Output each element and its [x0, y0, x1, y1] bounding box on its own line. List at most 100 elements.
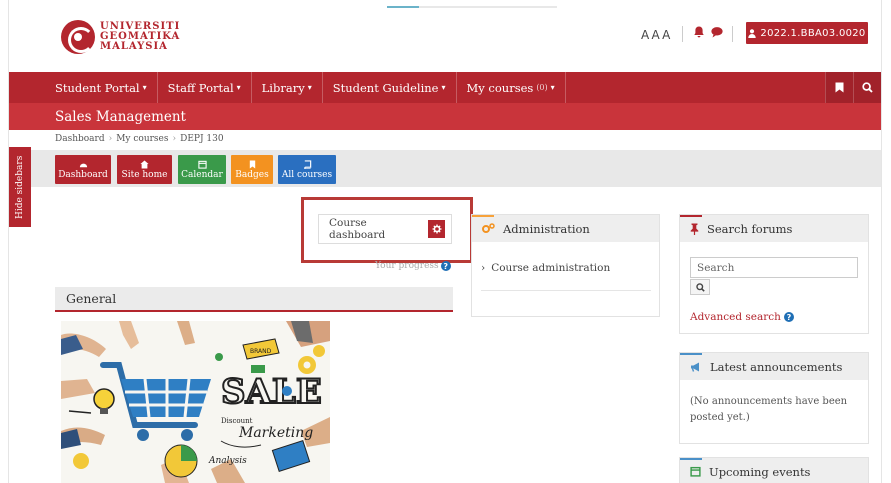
site-header: UNIVERSITI GEOMATIKA MALAYSIA AAA 2022.1…	[9, 0, 881, 72]
course-title-bar: Sales Management	[9, 103, 881, 130]
user-icon	[748, 28, 757, 38]
university-logo[interactable]: UNIVERSITI GEOMATIKA MALAYSIA	[61, 20, 180, 54]
book-icon	[303, 159, 311, 169]
highlight-box	[301, 197, 473, 263]
section-header-general: General	[55, 287, 453, 312]
search-icon	[862, 82, 873, 93]
nav-label: Library	[261, 80, 305, 95]
administration-block-header: Administration	[472, 215, 659, 242]
image-analysis-text: Analysis	[208, 456, 247, 466]
chevron-down-icon: ▾	[441, 83, 446, 92]
badge-bookmark-icon	[249, 159, 255, 169]
quick-link-all-courses[interactable]: All courses	[278, 155, 336, 184]
image-marketing-text: Marketing	[238, 425, 313, 441]
administration-block: Administration › Course administration	[471, 214, 660, 317]
hide-sidebars-toggle[interactable]: Hide sidebars	[9, 147, 31, 227]
dashboard-gauge-icon	[79, 163, 87, 167]
forum-search-input[interactable]: Search	[690, 257, 858, 278]
sales-illustration-image: SALE Discount Marketing Analysis BRAND	[61, 321, 330, 483]
latest-announcements-block: Latest announcements (No announcements h…	[679, 352, 869, 444]
nav-library[interactable]: Library ▾	[252, 72, 323, 103]
course-progress-indicator: Your progress ?	[375, 261, 451, 271]
quick-link-badges[interactable]: Badges	[231, 155, 273, 184]
nav-student-guideline[interactable]: Student Guideline ▾	[323, 72, 457, 103]
logo-line-3: MALAYSIA	[100, 41, 168, 52]
nav-label: Student Portal	[55, 80, 140, 95]
quick-link-calendar[interactable]: Calendar	[178, 155, 226, 184]
nav-my-courses[interactable]: My courses (0) ▾	[457, 72, 566, 103]
logo-wordmark: UNIVERSITI GEOMATIKA MALAYSIA	[100, 22, 180, 52]
header-divider	[682, 26, 683, 42]
quick-link-label: All courses	[281, 169, 333, 180]
search-forums-block: Search forums Search Advanced search ?	[679, 214, 869, 334]
quick-link-dashboard[interactable]: Dashboard	[55, 155, 111, 184]
bell-icon[interactable]	[692, 25, 706, 39]
breadcrumb-separator: ›	[108, 134, 113, 144]
latest-announcements-header: Latest announcements	[680, 353, 868, 380]
chevron-down-icon: ▾	[550, 83, 555, 92]
bullhorn-icon	[691, 362, 699, 372]
course-administration-label: Course administration	[491, 262, 611, 274]
forum-search-button[interactable]	[690, 279, 710, 295]
advanced-search-label: Advanced search	[690, 311, 781, 323]
calendar-icon	[690, 466, 701, 477]
chevron-right-icon: ›	[481, 262, 486, 274]
quick-link-label: Badges	[235, 169, 269, 180]
breadcrumb-separator: ›	[172, 134, 177, 144]
section-title: General	[66, 291, 117, 306]
nav-search-button[interactable]	[853, 72, 881, 103]
logo-emblem-icon	[61, 20, 95, 54]
user-id-label: 2022.1.BBA03.0020	[760, 27, 866, 39]
help-icon[interactable]: ?	[783, 312, 794, 322]
nav-actions	[825, 72, 881, 103]
cogs-icon	[482, 223, 495, 233]
quick-link-label: Calendar	[181, 169, 223, 180]
divider	[481, 290, 651, 291]
administration-title: Administration	[503, 221, 590, 236]
upcoming-events-block: Upcoming events	[679, 457, 869, 483]
bookmark-icon	[835, 82, 844, 93]
search-forums-title: Search forums	[707, 221, 793, 236]
progress-label: Your progress	[375, 261, 439, 271]
quick-link-label: Dashboard	[58, 169, 108, 180]
image-discount-text: Discount	[221, 417, 253, 425]
advanced-search-link[interactable]: Advanced search ?	[690, 311, 794, 323]
loading-indicator	[387, 6, 557, 8]
quick-link-site-home[interactable]: Site home	[117, 155, 172, 184]
nav-label: Staff Portal	[167, 80, 234, 95]
chat-bubble-icon[interactable]	[710, 25, 724, 39]
header-divider	[732, 26, 733, 42]
breadcrumb: Dashboard › My courses › DEPJ 130	[55, 134, 224, 144]
breadcrumb-my-courses[interactable]: My courses	[116, 134, 168, 144]
course-title: Sales Management	[55, 108, 186, 125]
thumbtack-icon	[690, 223, 699, 235]
sales-illustration-drawing: SALE Discount Marketing Analysis BRAND	[61, 321, 330, 483]
latest-announcements-title: Latest announcements	[710, 359, 843, 374]
upcoming-events-title: Upcoming events	[709, 464, 811, 479]
nav-student-portal[interactable]: Student Portal ▾	[9, 72, 158, 103]
breadcrumb-dashboard[interactable]: Dashboard	[55, 134, 105, 144]
search-icon	[695, 282, 705, 292]
nav-label: My courses	[466, 80, 534, 95]
image-brand-text: BRAND	[250, 348, 272, 355]
page: UNIVERSITI GEOMATIKA MALAYSIA AAA 2022.1…	[8, 0, 882, 483]
chevron-down-icon: ▾	[142, 83, 147, 92]
chevron-down-icon: ▾	[307, 83, 312, 92]
quick-link-label: Site home	[121, 169, 168, 180]
image-sale-text: SALE	[221, 372, 322, 412]
bookmark-button[interactable]	[825, 72, 853, 103]
main-navigation: Student Portal ▾ Staff Portal ▾ Library …	[9, 72, 881, 103]
calendar-icon	[197, 160, 207, 169]
breadcrumb-course-code[interactable]: DEPJ 130	[180, 134, 224, 144]
home-icon	[140, 159, 149, 169]
search-forums-header: Search forums	[680, 215, 868, 242]
announcements-empty-message: (No announcements have been posted yet.)	[690, 396, 848, 423]
help-icon[interactable]: ?	[440, 261, 451, 271]
nav-staff-portal[interactable]: Staff Portal ▾	[158, 72, 252, 103]
course-administration-link[interactable]: › Course administration	[472, 242, 659, 274]
course-count-badge: (0)	[536, 83, 548, 92]
upcoming-events-header: Upcoming events	[680, 458, 868, 483]
user-menu-button[interactable]: 2022.1.BBA03.0020	[746, 22, 868, 44]
font-size-toggle[interactable]: AAA	[641, 28, 672, 42]
chevron-down-icon: ▾	[236, 83, 241, 92]
